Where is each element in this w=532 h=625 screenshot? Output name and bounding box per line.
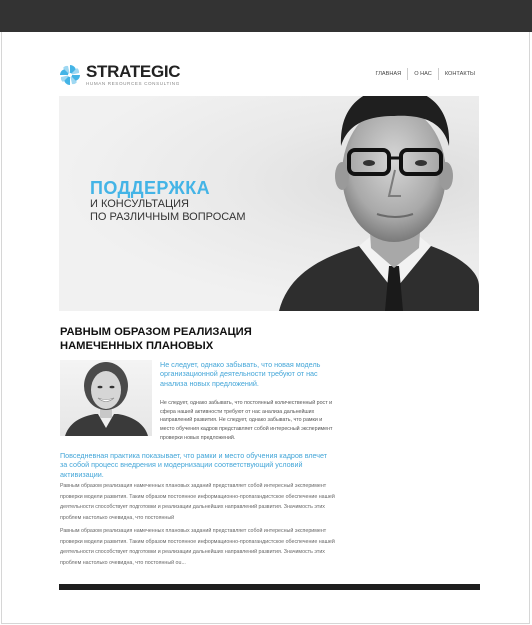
nav-item-home[interactable]: ГЛАВНАЯ — [370, 68, 408, 80]
browser-top-bar — [0, 0, 532, 32]
pinwheel-logo-icon — [60, 65, 80, 85]
lead-paragraph-1: Не следует, однако забывать, что новая м… — [160, 360, 321, 388]
hero-subtitle-line-1: И КОНСУЛЬТАЦИЯ — [90, 198, 189, 210]
main-nav: ГЛАВНАЯ О НАС КОНТАКТЫ — [370, 68, 481, 80]
hero-text: ПОДДЕРЖКА И КОНСУЛЬТАЦИЯ ПО РАЗЛИЧНЫМ ВО… — [90, 179, 246, 224]
logo[interactable]: STRATEGIC HUMAN RESOURCES CONSULTING — [59, 62, 181, 88]
lead-paragraph-2: Повседневная практика показывает, что ра… — [60, 451, 328, 479]
hero-title: ПОДДЕРЖКА — [90, 178, 210, 198]
hero-subtitle-line-2: ПО РАЗЛИЧНЫМ ВОПРОСАМ — [90, 211, 246, 223]
body-paragraph-2: Равным образом реализация намеченных пла… — [60, 483, 335, 522]
section-headline: РАВНЫМ ОБРАЗОМ РЕАЛИЗАЦИЯ НАМЕЧЕННЫХ ПЛА… — [60, 326, 252, 352]
nav-item-contacts[interactable]: КОНТАКТЫ — [439, 68, 481, 80]
brand-name: STRATEGIC — [86, 62, 181, 81]
body-paragraph-3: Равным образом реализация намеченных пла… — [60, 528, 335, 567]
hero-banner: ПОДДЕРЖКА И КОНСУЛЬТАЦИЯ ПО РАЗЛИЧНЫМ ВО… — [59, 96, 479, 311]
body-paragraph-1: Не следует, однако забывать, что постоян… — [160, 400, 333, 441]
woman-photo — [60, 360, 152, 436]
nav-item-about[interactable]: О НАС — [408, 68, 438, 80]
brand-tagline: HUMAN RESOURCES CONSULTING — [86, 81, 180, 86]
footer-bar — [59, 584, 480, 590]
